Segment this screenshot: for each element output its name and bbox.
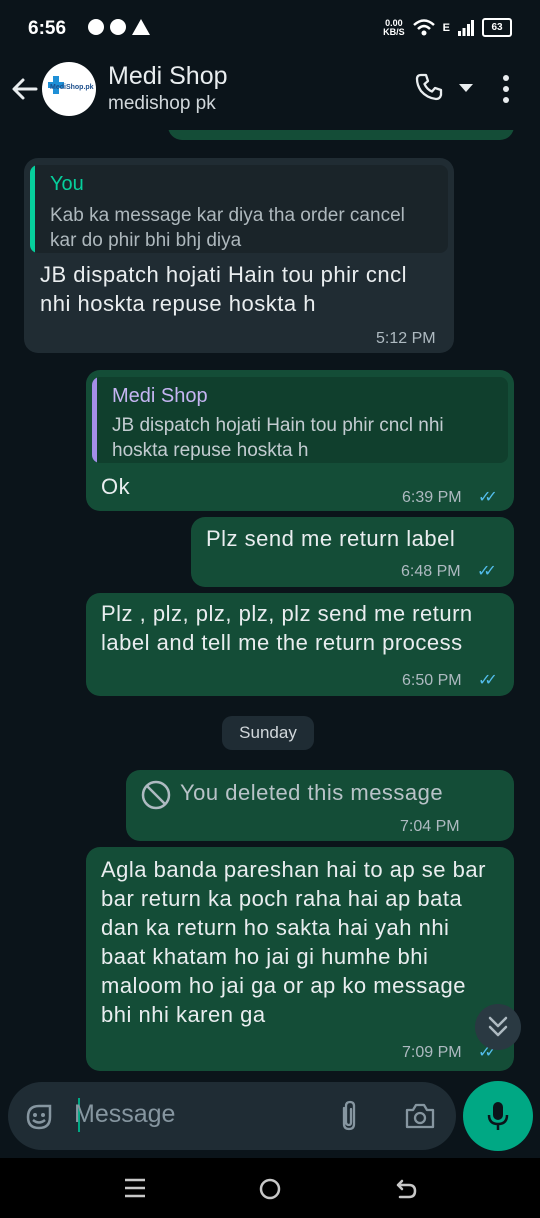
message-text: Agla banda pareshan hai to ap se bar bar… (101, 857, 486, 1027)
quoted-message[interactable]: Medi Shop JB dispatch hojati Hain tou ph… (92, 377, 508, 463)
quote-bar (92, 377, 97, 463)
contact-subtitle[interactable]: medishop pk (108, 93, 216, 115)
speed-unit: KB/S (383, 26, 405, 37)
message-text: JB dispatch hojati Hain tou phir cncl nh… (40, 262, 408, 316)
message-time: 5:12 PM (376, 330, 436, 347)
mic-icon (487, 1102, 509, 1130)
avatar-logo-text: MediShop.pk (50, 84, 94, 91)
system-navigation-bar (0, 1158, 540, 1218)
message-bubble-outgoing[interactable]: Plz , plz, plz, plz, plz send me return … (86, 593, 514, 696)
more-vertical-icon[interactable] (500, 74, 512, 104)
quoted-message[interactable]: You Kab ka message kar diya tha order ca… (30, 165, 448, 253)
home-icon[interactable] (258, 1177, 282, 1201)
message-bubble-outgoing[interactable]: Medi Shop JB dispatch hojati Hain tou ph… (86, 370, 514, 511)
status-time: 6:56 (28, 18, 67, 39)
snapchat-icon (110, 19, 126, 35)
message-bubble-outgoing[interactable]: Agla banda pareshan hai to ap se bar bar… (86, 847, 514, 1071)
contact-name[interactable]: Medi Shop (108, 62, 228, 91)
read-ticks-icon: ✓✓ (478, 489, 498, 506)
quote-author: You (50, 173, 84, 195)
message-time: 7:04 PM (400, 818, 460, 835)
back-nav-icon[interactable] (394, 1177, 418, 1201)
message-text: Ok (101, 474, 131, 499)
partial-message-bubble[interactable] (168, 130, 514, 140)
quote-text: JB dispatch hojati Hain tou phir cncl nh… (112, 415, 444, 461)
status-bar: 6:56 0.00 KB/S E 63 (0, 0, 540, 58)
status-right: 0.00 KB/S E 63 (383, 18, 512, 37)
message-bubble-deleted[interactable]: You deleted this message 7:04 PM (126, 770, 514, 841)
message-text: Plz , plz, plz, plz, plz send me return … (101, 601, 473, 655)
deleted-icon (141, 780, 171, 810)
quote-text: Kab ka message kar diya tha order cancel… (50, 205, 405, 251)
message-time: 6:48 PM (401, 563, 461, 580)
message-time: 6:50 PM (402, 672, 462, 689)
chat-area[interactable]: You Kab ka message kar diya tha order ca… (0, 130, 540, 1080)
avatar[interactable]: MediShop.pk (42, 62, 96, 116)
phone-icon[interactable] (414, 72, 444, 102)
message-input-placeholder[interactable]: Message (74, 1100, 175, 1129)
battery-icon: 63 (482, 18, 512, 37)
sticker-icon[interactable] (24, 1102, 54, 1132)
signal-icon (458, 19, 474, 36)
network-type: E (442, 21, 450, 34)
message-text: You deleted this message (180, 780, 444, 805)
wifi-icon (412, 18, 435, 35)
notification-icons (88, 19, 150, 35)
message-composer[interactable]: Message (8, 1082, 456, 1150)
network-speed: 0.00 KB/S (383, 18, 405, 37)
warning-icon (132, 19, 150, 35)
read-ticks-icon: ✓✓ (478, 672, 498, 689)
message-bubble-incoming[interactable]: You Kab ka message kar diya tha order ca… (24, 158, 454, 353)
scroll-to-bottom-button[interactable] (475, 1004, 521, 1050)
facebook-icon (88, 19, 104, 35)
message-bubble-outgoing[interactable]: Plz send me return label 6:48 PM ✓✓ (191, 517, 514, 587)
chat-header: MediShop.pk Medi Shop medishop pk (0, 58, 540, 130)
dropdown-arrow-icon[interactable] (458, 83, 474, 93)
quote-author: Medi Shop (112, 385, 208, 407)
double-chevron-down-icon (488, 1016, 508, 1037)
recent-apps-icon[interactable] (124, 1178, 146, 1198)
attach-icon[interactable] (338, 1100, 360, 1132)
message-time: 6:39 PM (402, 489, 462, 506)
voice-record-button[interactable] (463, 1081, 533, 1151)
message-time: 7:09 PM (402, 1044, 462, 1061)
back-arrow-icon[interactable] (10, 74, 40, 104)
day-separator: Sunday (222, 716, 314, 750)
message-text: Plz send me return label (206, 526, 456, 551)
read-ticks-icon: ✓✓ (477, 563, 497, 580)
camera-icon[interactable] (404, 1102, 436, 1130)
quote-bar (30, 165, 35, 253)
